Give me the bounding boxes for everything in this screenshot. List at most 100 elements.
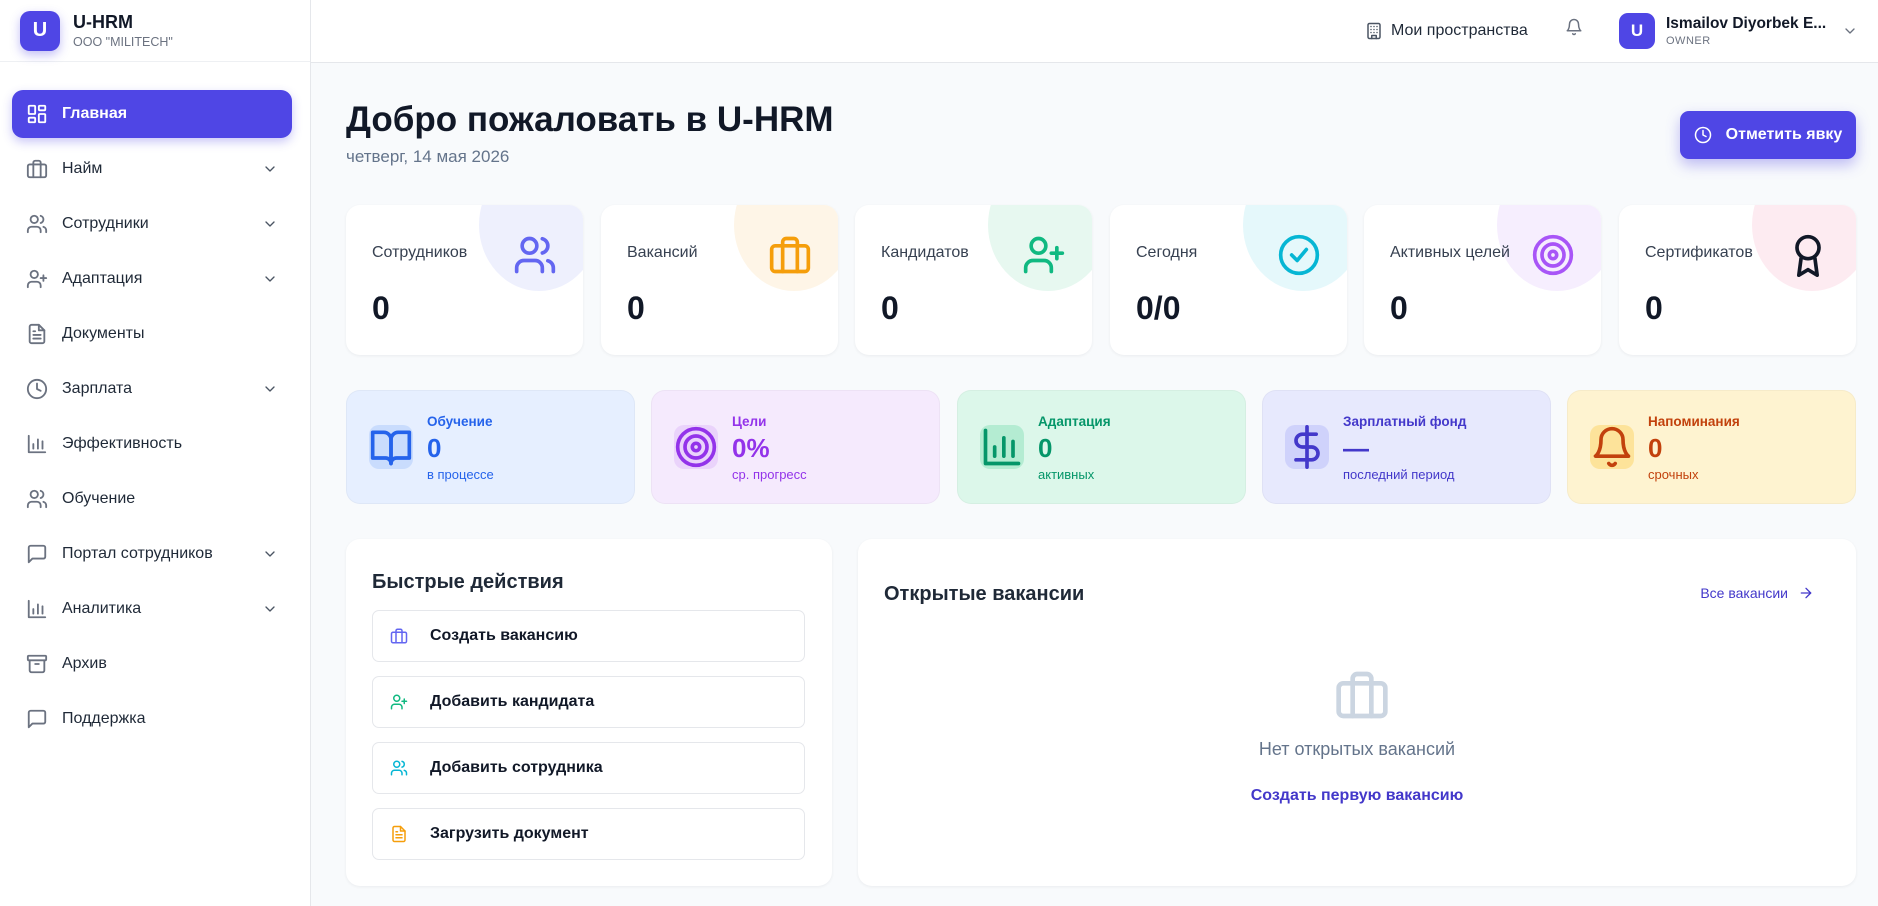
info-card-label: Напоминания — [1648, 414, 1740, 429]
quick-action-button[interactable]: Добавить сотрудника — [372, 742, 805, 794]
sidebar-item-8[interactable]: Портал сотрудников — [12, 530, 292, 578]
page-title: Добро пожаловать в U-HRM — [346, 100, 834, 139]
stat-card[interactable]: Сертификатов 0 — [1619, 205, 1856, 355]
sidebar-item-10[interactable]: Архив — [12, 640, 292, 688]
sidebar-item-2[interactable]: Сотрудники — [12, 200, 292, 248]
stat-card[interactable]: Сотрудников 0 — [346, 205, 583, 355]
info-card[interactable]: Адаптация 0 активных — [957, 390, 1246, 504]
chevron-down-icon — [262, 216, 278, 232]
open-vacancies-title: Открытые вакансии — [884, 583, 1085, 605]
sidebar-item-7[interactable]: Обучение — [12, 475, 292, 523]
building-icon — [1365, 22, 1383, 40]
page-date: четверг, 14 мая 2026 — [346, 147, 510, 166]
quick-action-label: Создать вакансию — [430, 627, 578, 644]
sidebar-item-3[interactable]: Адаптация — [12, 255, 292, 303]
users-icon — [390, 759, 408, 777]
stat-card-icon-wrap — [1786, 233, 1830, 277]
bar-chart-icon — [26, 598, 48, 620]
sidebar-item-1[interactable]: Найм — [12, 145, 292, 193]
target-icon — [1531, 233, 1575, 277]
sidebar-item-11[interactable]: Поддержка — [12, 695, 292, 743]
stat-card[interactable]: Активных целей 0 — [1364, 205, 1601, 355]
message-icon — [26, 708, 48, 730]
empty-state-text: Нет открытых вакансий — [1258, 739, 1456, 759]
stat-value: 0 — [627, 290, 645, 326]
sidebar-item-label: Документы — [62, 325, 145, 342]
users-icon — [26, 213, 48, 235]
chevron-down-icon — [262, 601, 278, 617]
sidebar-item-label: Адаптация — [62, 270, 143, 287]
sidebar-item-label: Найм — [62, 160, 103, 177]
sidebar-item-label: Эффективность — [62, 435, 183, 452]
stat-card[interactable]: Вакансий 0 — [601, 205, 838, 355]
clock-icon — [26, 378, 48, 400]
top-bar: Мои пространства U Ismailov Diyorbek E..… — [311, 0, 1878, 63]
info-card[interactable]: Напоминания 0 срочных — [1567, 390, 1856, 504]
sidebar-item-5[interactable]: Зарплата — [12, 365, 292, 413]
quick-action-button[interactable]: Добавить кандидата — [372, 676, 805, 728]
stat-label: Активных целей — [1390, 244, 1510, 261]
users-icon — [513, 233, 557, 277]
info-card-subtext: активных — [1038, 467, 1095, 482]
info-card-subtext: в процессе — [427, 467, 494, 482]
sidebar-item-label: Аналитика — [62, 600, 142, 617]
check-circle-icon — [1277, 233, 1321, 277]
info-card-label: Адаптация — [1038, 414, 1111, 429]
info-card[interactable]: Зарплатный фонд — последний период — [1262, 390, 1551, 504]
info-card-label: Обучение — [427, 414, 493, 429]
all-vacancies-link[interactable]: Все вакансии — [1700, 585, 1814, 601]
stat-card[interactable]: Сегодня 0/0 — [1110, 205, 1347, 355]
sidebar-item-label: Обучение — [62, 490, 136, 507]
target-icon — [674, 425, 718, 469]
stat-label: Сотрудников — [372, 244, 468, 261]
chevron-down-icon — [1842, 23, 1858, 39]
sidebar-item-label: Портал сотрудников — [62, 545, 213, 562]
all-vacancies-label: Все вакансии — [1700, 585, 1788, 601]
quick-action-button[interactable]: Загрузить документ — [372, 808, 805, 860]
user-info: Ismailov Diyorbek E... OWNER — [1666, 15, 1826, 47]
info-card-icon-wrap — [1285, 425, 1329, 469]
create-first-vacancy-wrap: Создать первую вакансию — [858, 787, 1856, 805]
info-card-subtext: срочных — [1648, 467, 1699, 482]
stat-card-icon-wrap — [1531, 233, 1575, 277]
sidebar: U U-HRM ООО "MILITECH" Главная Найм Сотруд… — [0, 0, 311, 906]
info-card-label: Зарплатный фонд — [1343, 414, 1467, 429]
my-spaces-button[interactable]: Мои пространства — [1365, 16, 1528, 46]
user-plus-icon — [26, 268, 48, 290]
quick-action-label: Загрузить документ — [430, 825, 589, 842]
quick-action-button[interactable]: Создать вакансию — [372, 610, 805, 662]
book-icon — [369, 425, 413, 469]
chevron-down-icon — [262, 161, 278, 177]
quick-actions-title: Быстрые действия — [372, 571, 564, 593]
users-icon — [26, 488, 48, 510]
info-card-value: 0% — [732, 433, 770, 463]
sidebar-item-4[interactable]: Документы — [12, 310, 292, 358]
sidebar-item-label: Архив — [62, 655, 107, 672]
notifications-bell-icon[interactable] — [1565, 18, 1583, 36]
stat-card[interactable]: Кандидатов 0 — [855, 205, 1092, 355]
info-card[interactable]: Обучение 0 в процессе — [346, 390, 635, 504]
bell-icon — [1590, 425, 1634, 469]
sidebar-item-label: Поддержка — [62, 710, 146, 727]
sidebar-item-label: Зарплата — [62, 380, 133, 397]
archive-icon — [26, 653, 48, 675]
stat-label: Кандидатов — [881, 244, 969, 261]
sidebar-item-9[interactable]: Аналитика — [12, 585, 292, 633]
stat-card-icon-wrap — [1277, 233, 1321, 277]
bar-chart-icon — [26, 433, 48, 455]
create-first-vacancy-link[interactable]: Создать первую вакансию — [1251, 787, 1464, 804]
info-card-value: 0 — [1648, 433, 1663, 463]
arrow-right-icon — [1798, 585, 1814, 601]
user-menu[interactable]: U Ismailov Diyorbek E... OWNER — [1619, 10, 1858, 52]
info-card[interactable]: Цели 0% ср. прогресс — [651, 390, 940, 504]
mark-attendance-button[interactable]: Отметить явку — [1680, 111, 1856, 159]
sidebar-item-0[interactable]: Главная — [12, 90, 292, 138]
stat-label: Сегодня — [1136, 244, 1198, 261]
document-icon — [26, 323, 48, 345]
brand-org: ООО "MILITECH" — [73, 35, 173, 49]
sidebar-item-6[interactable]: Эффективность — [12, 420, 292, 468]
user-role: OWNER — [1666, 35, 1711, 47]
brand-logo[interactable]: U — [20, 10, 60, 51]
info-card-icon-wrap — [1590, 425, 1634, 469]
info-card-subtext: ср. прогресс — [732, 467, 807, 482]
